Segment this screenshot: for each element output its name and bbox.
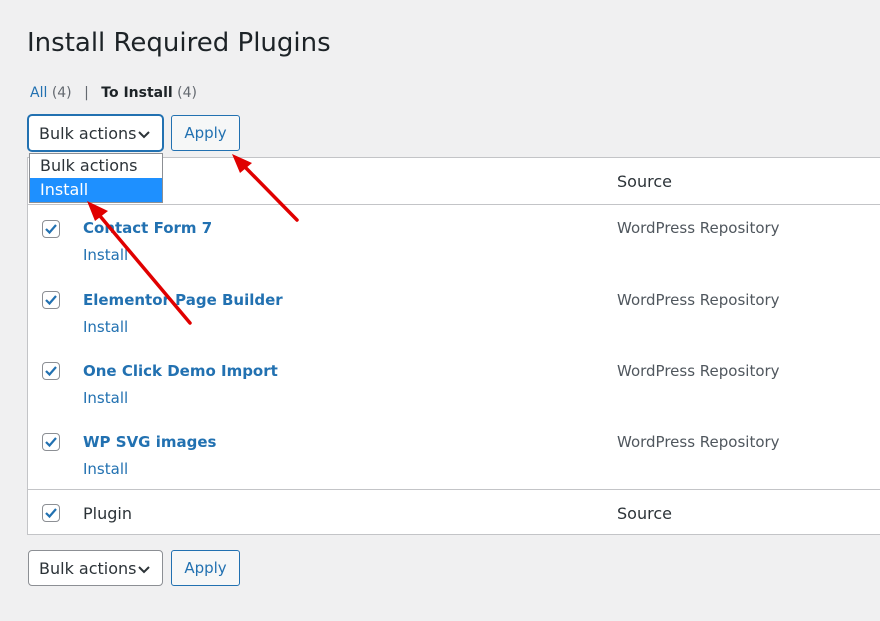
checkmark-icon — [45, 508, 57, 519]
column-header-source: Source — [617, 172, 672, 191]
row-checkbox[interactable] — [42, 362, 60, 380]
bulk-actions-select-bottom[interactable]: Bulk actions — [28, 550, 163, 586]
chevron-down-icon — [138, 566, 150, 574]
plugin-name-link[interactable]: Contact Form 7 — [83, 219, 212, 237]
bulk-actions-dropdown-list: Bulk actions Install — [29, 153, 163, 203]
dropdown-option-install[interactable]: Install — [30, 178, 162, 202]
bulk-actions-select-top-value: Bulk actions — [39, 123, 137, 143]
plugin-source: WordPress Repository — [617, 362, 780, 380]
dropdown-option-bulk-actions[interactable]: Bulk actions — [30, 154, 162, 178]
table-row: Contact Form 7 Install WordPress Reposit… — [28, 205, 880, 276]
row-checkbox[interactable] — [42, 291, 60, 309]
table-footer: Plugin Source — [28, 489, 880, 536]
filter-to-install-link[interactable]: To Install — [101, 85, 172, 101]
table-row: Elementor Page Builder Install WordPress… — [28, 277, 880, 348]
table-row: One Click Demo Import Install WordPress … — [28, 348, 880, 419]
plugin-install-link[interactable]: Install — [83, 246, 128, 264]
checkmark-icon — [45, 437, 57, 448]
checkmark-icon — [45, 295, 57, 306]
filter-separator: | — [84, 85, 89, 101]
filter-all-count: (4) — [51, 85, 72, 101]
plugin-install-link[interactable]: Install — [83, 389, 128, 407]
chevron-down-icon — [138, 131, 150, 139]
plugin-name-link[interactable]: Elementor Page Builder — [83, 291, 283, 309]
plugin-source: WordPress Repository — [617, 219, 780, 237]
checkmark-icon — [45, 224, 57, 235]
filter-links: All (4) | To Install (4) — [30, 85, 197, 101]
row-checkbox[interactable] — [42, 433, 60, 451]
apply-button-top[interactable]: Apply — [171, 115, 240, 151]
plugin-install-link[interactable]: Install — [83, 460, 128, 478]
plugin-name-link[interactable]: One Click Demo Import — [83, 362, 278, 380]
filter-to-install-count: (4) — [177, 85, 198, 101]
plugin-install-link[interactable]: Install — [83, 318, 128, 336]
plugin-name-link[interactable]: WP SVG images — [83, 433, 216, 451]
table-row: WP SVG images Install WordPress Reposito… — [28, 419, 880, 490]
filter-all-link[interactable]: All — [30, 85, 47, 101]
plugins-table: Source Contact Form 7 Install WordPress … — [27, 157, 880, 535]
column-footer-plugin: Plugin — [83, 504, 132, 523]
plugin-source: WordPress Repository — [617, 433, 780, 451]
select-all-checkbox[interactable] — [42, 504, 60, 522]
page-title: Install Required Plugins — [27, 28, 331, 58]
plugin-source: WordPress Repository — [617, 291, 780, 309]
checkmark-icon — [45, 366, 57, 377]
apply-button-bottom[interactable]: Apply — [171, 550, 240, 586]
row-checkbox[interactable] — [42, 220, 60, 238]
column-footer-source: Source — [617, 504, 672, 523]
bulk-actions-select-top[interactable]: Bulk actions — [28, 115, 163, 151]
bulk-actions-select-bottom-value: Bulk actions — [39, 558, 137, 578]
